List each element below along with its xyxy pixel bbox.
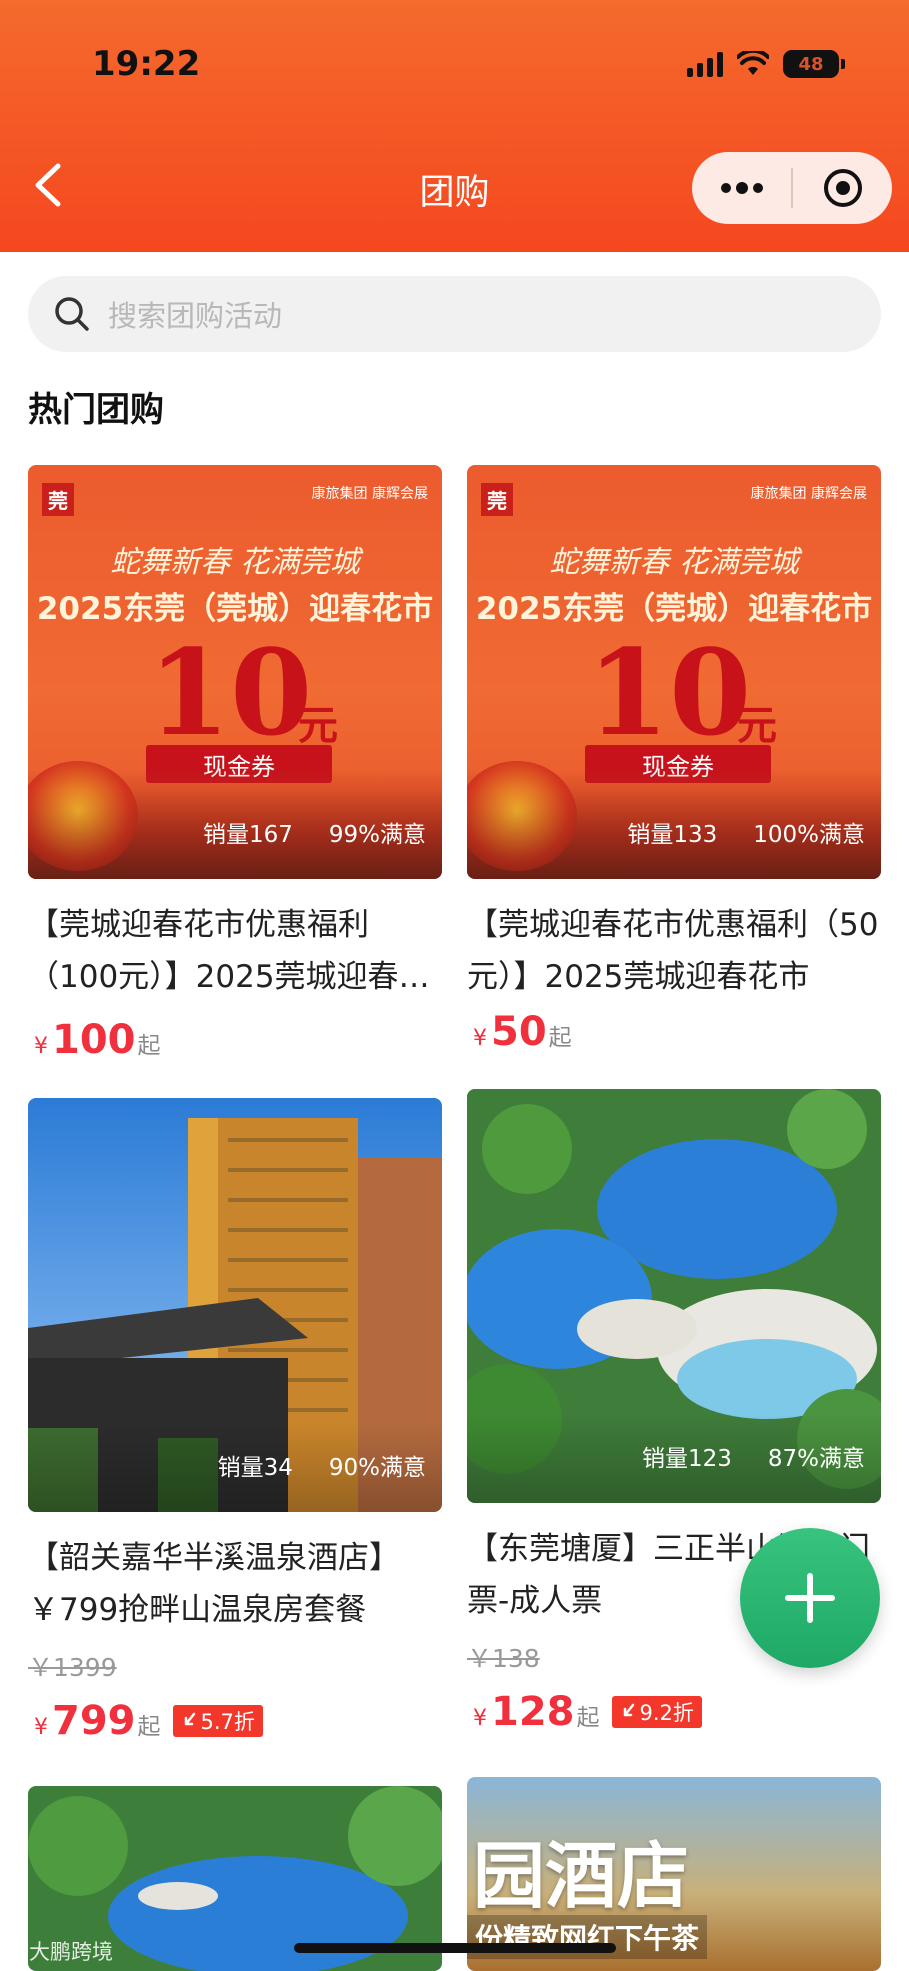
deal-price: 50 [491, 1009, 547, 1055]
price-row: ¥ 799 起 5.7折 [28, 1698, 442, 1744]
satisfaction-rate: 87%满意 [767, 1446, 865, 1472]
add-button[interactable] [740, 1528, 880, 1668]
discount-badge: 5.7折 [172, 1705, 263, 1737]
deal-image: 销量34 90%满意 [28, 1098, 442, 1512]
home-indicator[interactable] [294, 1943, 616, 1953]
sales-count: 销量167 [202, 822, 293, 848]
sales-count: 销量123 [641, 1446, 732, 1472]
watermark: @大鹏跨境 [8, 1940, 113, 1964]
price-suffix: 起 [137, 1714, 161, 1740]
poster-event: 2025东莞（莞城）迎春花市 [36, 591, 434, 627]
mini-program-capsule [692, 152, 892, 224]
poster-sponsors: 康旅集团 康辉会展 [750, 486, 867, 502]
group-buy-page: 19:22 48 团购 搜索团购活动 热门团购 莞 康旅集团 康辉会展 蛇舞新春… [0, 0, 909, 1971]
satisfaction-rate: 100%满意 [753, 822, 865, 848]
poster-unit: 元 [298, 703, 338, 749]
price-suffix: 起 [576, 1705, 600, 1731]
poster-sponsors: 康旅集团 康辉会展 [311, 486, 428, 502]
deal-title: 【韶关嘉华半溪温泉酒店】￥799抢畔山温泉房套餐 [28, 1540, 400, 1628]
price-suffix: 起 [548, 1025, 572, 1051]
search-input[interactable]: 搜索团购活动 [28, 276, 881, 352]
section-title: 热门团购 [28, 390, 164, 430]
poster-heading: 园酒店 [473, 1834, 690, 1918]
search-icon [55, 297, 89, 331]
deal-card[interactable]: 销量34 90%满意 【韶关嘉华半溪温泉酒店】￥799抢畔山温泉房套餐 ￥139… [28, 1098, 442, 1744]
header: 19:22 48 团购 [0, 0, 909, 252]
satisfaction-rate: 99%满意 [328, 822, 426, 848]
currency-symbol: ¥ [34, 1715, 48, 1740]
deal-title: 【莞城迎春花市优惠福利（100元）】2025莞城迎春花市 [28, 907, 430, 995]
more-icon [720, 182, 763, 194]
status-time: 19:22 [92, 44, 201, 84]
poster-unit: 元 [737, 703, 777, 749]
price-row: ¥ 128 起 9.2折 [467, 1689, 881, 1735]
currency-symbol: ¥ [34, 1034, 48, 1059]
deal-price: 799 [52, 1698, 136, 1744]
battery-icon: 48 [783, 50, 845, 78]
deal-price: 128 [491, 1689, 575, 1735]
target-icon [823, 169, 862, 207]
close-miniprogram-button[interactable] [793, 152, 892, 224]
discount-badge: 9.2折 [611, 1696, 702, 1728]
poster-logo: 莞 [481, 483, 513, 516]
poster-logo: 莞 [42, 483, 74, 516]
poster-event: 2025东莞（莞城）迎春花市 [475, 591, 873, 627]
deal-title: 【莞城迎春花市优惠福利（50元）】2025莞城迎春花市 [467, 907, 879, 995]
poster-slogan: 蛇舞新春 花满莞城 [549, 545, 799, 580]
currency-symbol: ¥ [473, 1706, 487, 1731]
deal-stats: 销量167 99%满意 [28, 789, 442, 879]
poster-amount: 10 [148, 623, 313, 762]
deal-stats: 销量123 87%满意 [467, 1413, 881, 1503]
satisfaction-rate: 90%满意 [328, 1455, 426, 1481]
status-icons: 48 [687, 50, 845, 78]
discount-arrow-icon [623, 1703, 634, 1717]
price-row: ¥ 50 起 [467, 1009, 881, 1055]
deal-image: 莞 康旅集团 康辉会展 蛇舞新春 花满莞城 2025东莞（莞城）迎春花市 10 … [467, 465, 881, 879]
poster-amount: 10 [587, 623, 752, 762]
deal-image: 莞 康旅集团 康辉会展 蛇舞新春 花满莞城 2025东莞（莞城）迎春花市 10 … [28, 465, 442, 879]
price-row: ¥ 100 起 [28, 1017, 442, 1063]
deal-price: 100 [52, 1017, 136, 1063]
price-suffix: 起 [137, 1033, 161, 1059]
deal-image: 园酒店 份精致网红下午茶 [467, 1777, 881, 1971]
original-price: ￥1399 [28, 1653, 117, 1682]
more-button[interactable] [692, 152, 791, 224]
deal-image: 销量123 87%满意 [467, 1089, 881, 1503]
deal-stats: 销量34 90%满意 [28, 1422, 442, 1512]
deal-card[interactable]: 莞 康旅集团 康辉会展 蛇舞新春 花满莞城 2025东莞（莞城）迎春花市 10 … [28, 465, 442, 1063]
deal-stats: 销量133 100%满意 [467, 789, 881, 879]
wifi-icon [737, 51, 769, 75]
currency-symbol: ¥ [473, 1026, 487, 1051]
deal-card[interactable]: 莞 康旅集团 康辉会展 蛇舞新春 花满莞城 2025东莞（莞城）迎春花市 10 … [467, 465, 881, 1055]
signal-icon [687, 51, 723, 77]
discount-arrow-icon [184, 1712, 195, 1726]
sales-count: 销量34 [217, 1455, 293, 1481]
sales-count: 销量133 [627, 822, 718, 848]
poster-slogan: 蛇舞新春 花满莞城 [110, 545, 360, 580]
deal-card[interactable]: 园酒店 份精致网红下午茶 [467, 1777, 881, 1971]
search-placeholder: 搜索团购活动 [108, 299, 283, 333]
add-icon [785, 1573, 835, 1623]
